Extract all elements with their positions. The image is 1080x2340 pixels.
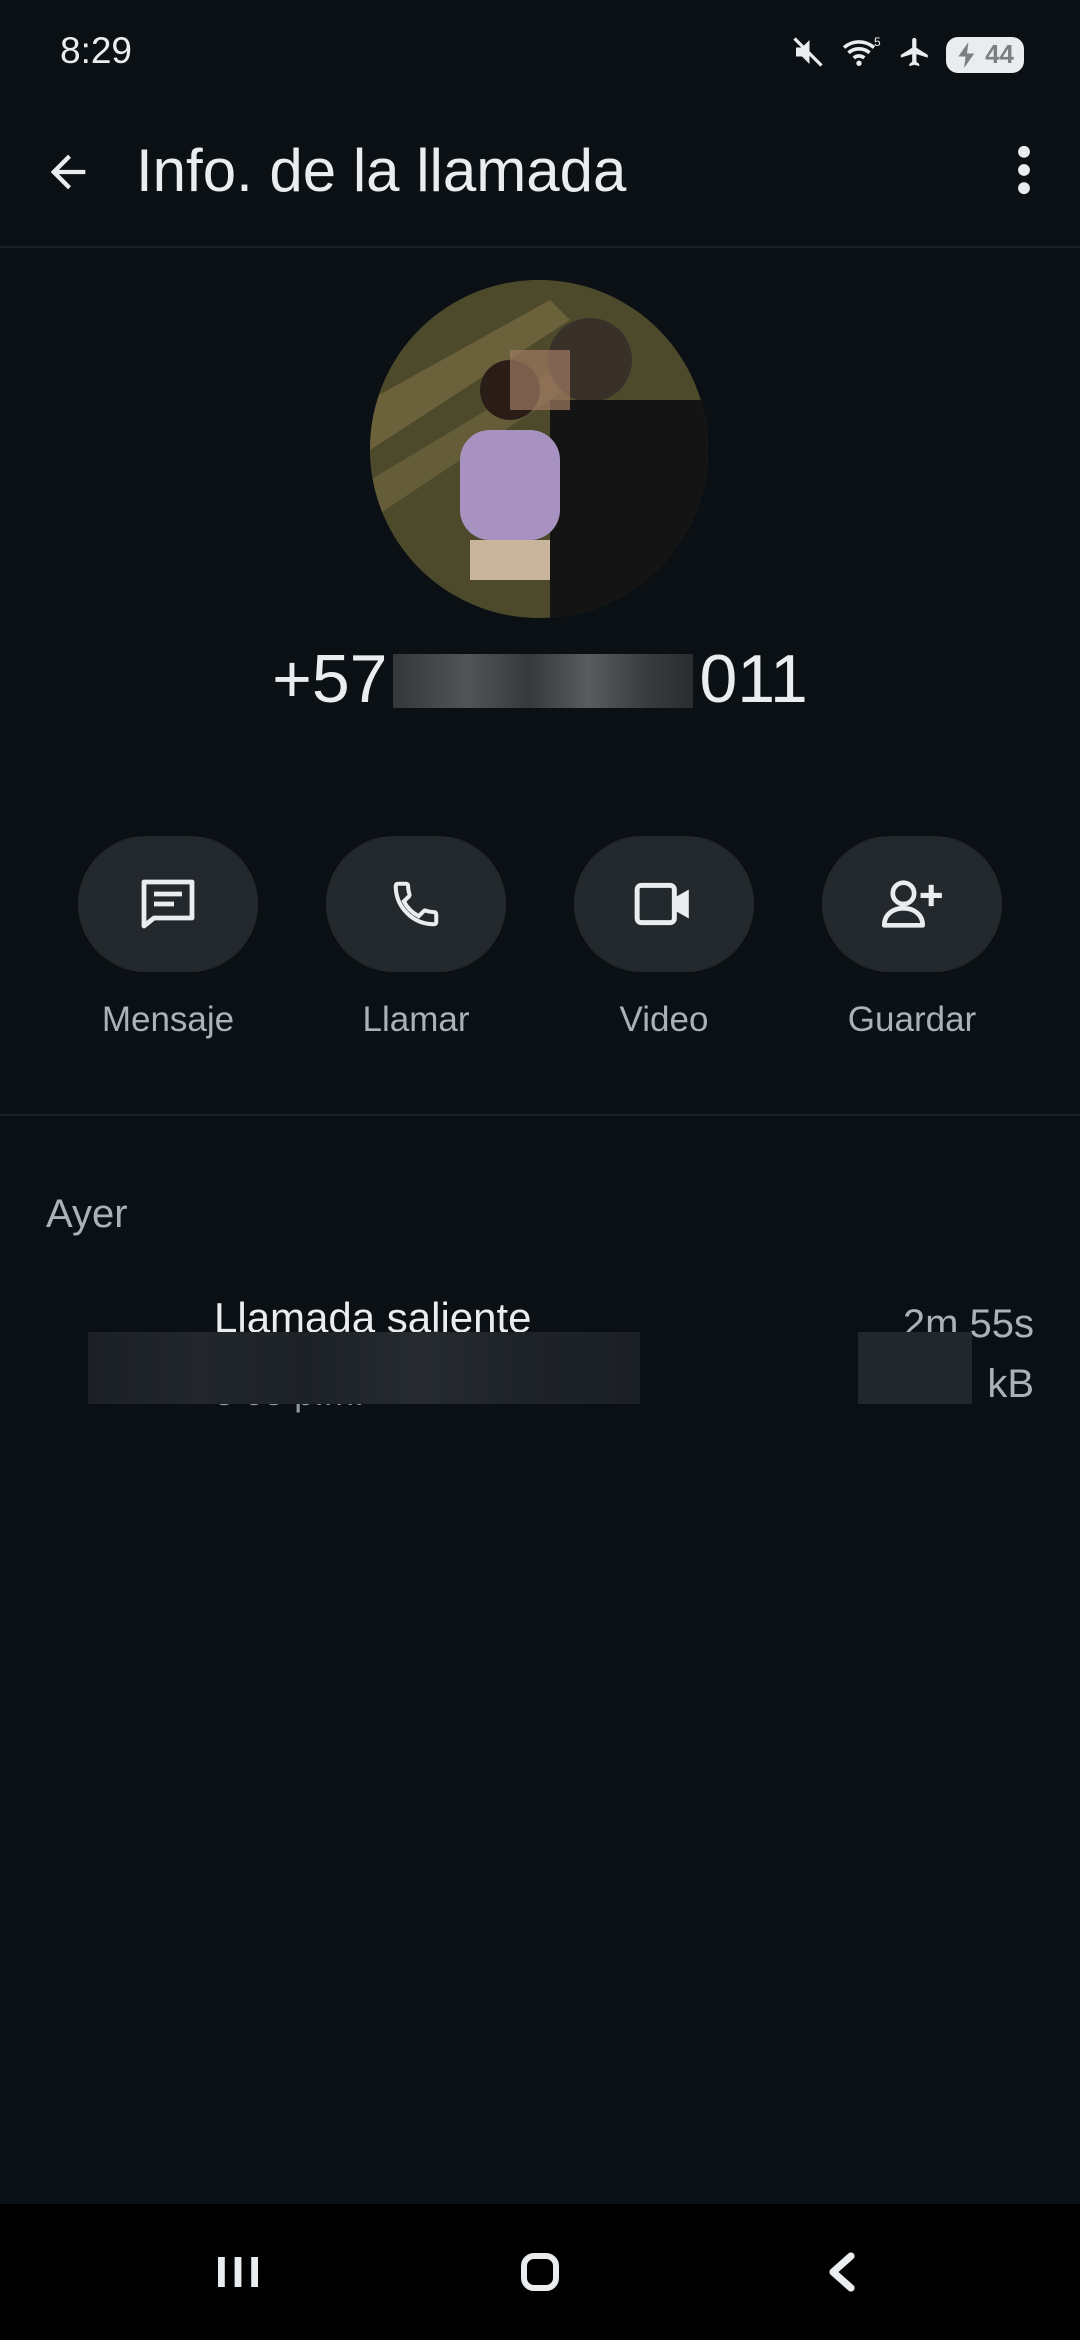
- video-icon: [634, 882, 689, 926]
- battery-charging-icon: 44: [946, 36, 1024, 73]
- message-button[interactable]: [78, 836, 258, 972]
- status-bar: 8:29 5 44: [0, 0, 1080, 110]
- contact-avatar[interactable]: [370, 280, 708, 618]
- redaction-block: [88, 1332, 640, 1404]
- arrow-back-icon: [50, 154, 86, 190]
- history-section-header: Ayer: [46, 1192, 128, 1236]
- home-button[interactable]: [500, 2240, 580, 2304]
- save-label: Guardar: [847, 1000, 977, 1039]
- phone-suffix: 011: [699, 641, 808, 717]
- divider: [0, 1114, 1080, 1116]
- recents-icon: [218, 2257, 258, 2287]
- more-options-button[interactable]: [992, 138, 1056, 202]
- airplane-icon: [898, 35, 932, 74]
- battery-level: 44: [985, 39, 1014, 69]
- add-person-icon: [881, 880, 942, 928]
- home-icon: [521, 2253, 559, 2291]
- message-icon: [141, 879, 195, 929]
- redaction-block: [858, 1332, 972, 1404]
- back-button[interactable]: [36, 140, 100, 204]
- video-action[interactable]: Video: [574, 836, 754, 1040]
- mute-icon: [790, 34, 826, 75]
- phone-prefix: +57: [272, 641, 388, 717]
- back-icon: [829, 2252, 855, 2292]
- call-button[interactable]: [326, 836, 506, 972]
- more-vert-icon: [1018, 145, 1030, 195]
- system-nav-bar: [0, 2204, 1080, 2340]
- call-action[interactable]: Llamar: [326, 836, 506, 1040]
- system-back-button[interactable]: [804, 2240, 884, 2304]
- page-title: Info. de la llamada: [136, 137, 627, 204]
- phone-number: +57 011: [0, 640, 1080, 718]
- recent-apps-button[interactable]: [198, 2240, 278, 2304]
- wifi-icon: 5: [840, 34, 884, 75]
- svg-text:5: 5: [874, 35, 881, 49]
- video-button[interactable]: [574, 836, 754, 972]
- call-label: Llamar: [362, 1000, 470, 1039]
- call-data-size: kB: [987, 1362, 1034, 1406]
- app-bar: Info. de la llamada: [0, 110, 1080, 248]
- save-action[interactable]: Guardar: [822, 836, 1002, 1040]
- video-label: Video: [619, 1000, 709, 1039]
- redacted-digits: [393, 654, 694, 708]
- call-history-item[interactable]: Llamada saliente 3 05 p.m. 2m 55s kB: [0, 1290, 1080, 1430]
- status-time: 8:29: [60, 30, 133, 71]
- message-label: Mensaje: [101, 1000, 235, 1039]
- action-buttons: Mensaje Llamar Video Guardar: [0, 836, 1080, 1056]
- save-contact-button[interactable]: [822, 836, 1002, 972]
- phone-icon: [393, 881, 439, 927]
- message-action[interactable]: Mensaje: [78, 836, 258, 1040]
- status-icons: 5 44: [790, 34, 1024, 75]
